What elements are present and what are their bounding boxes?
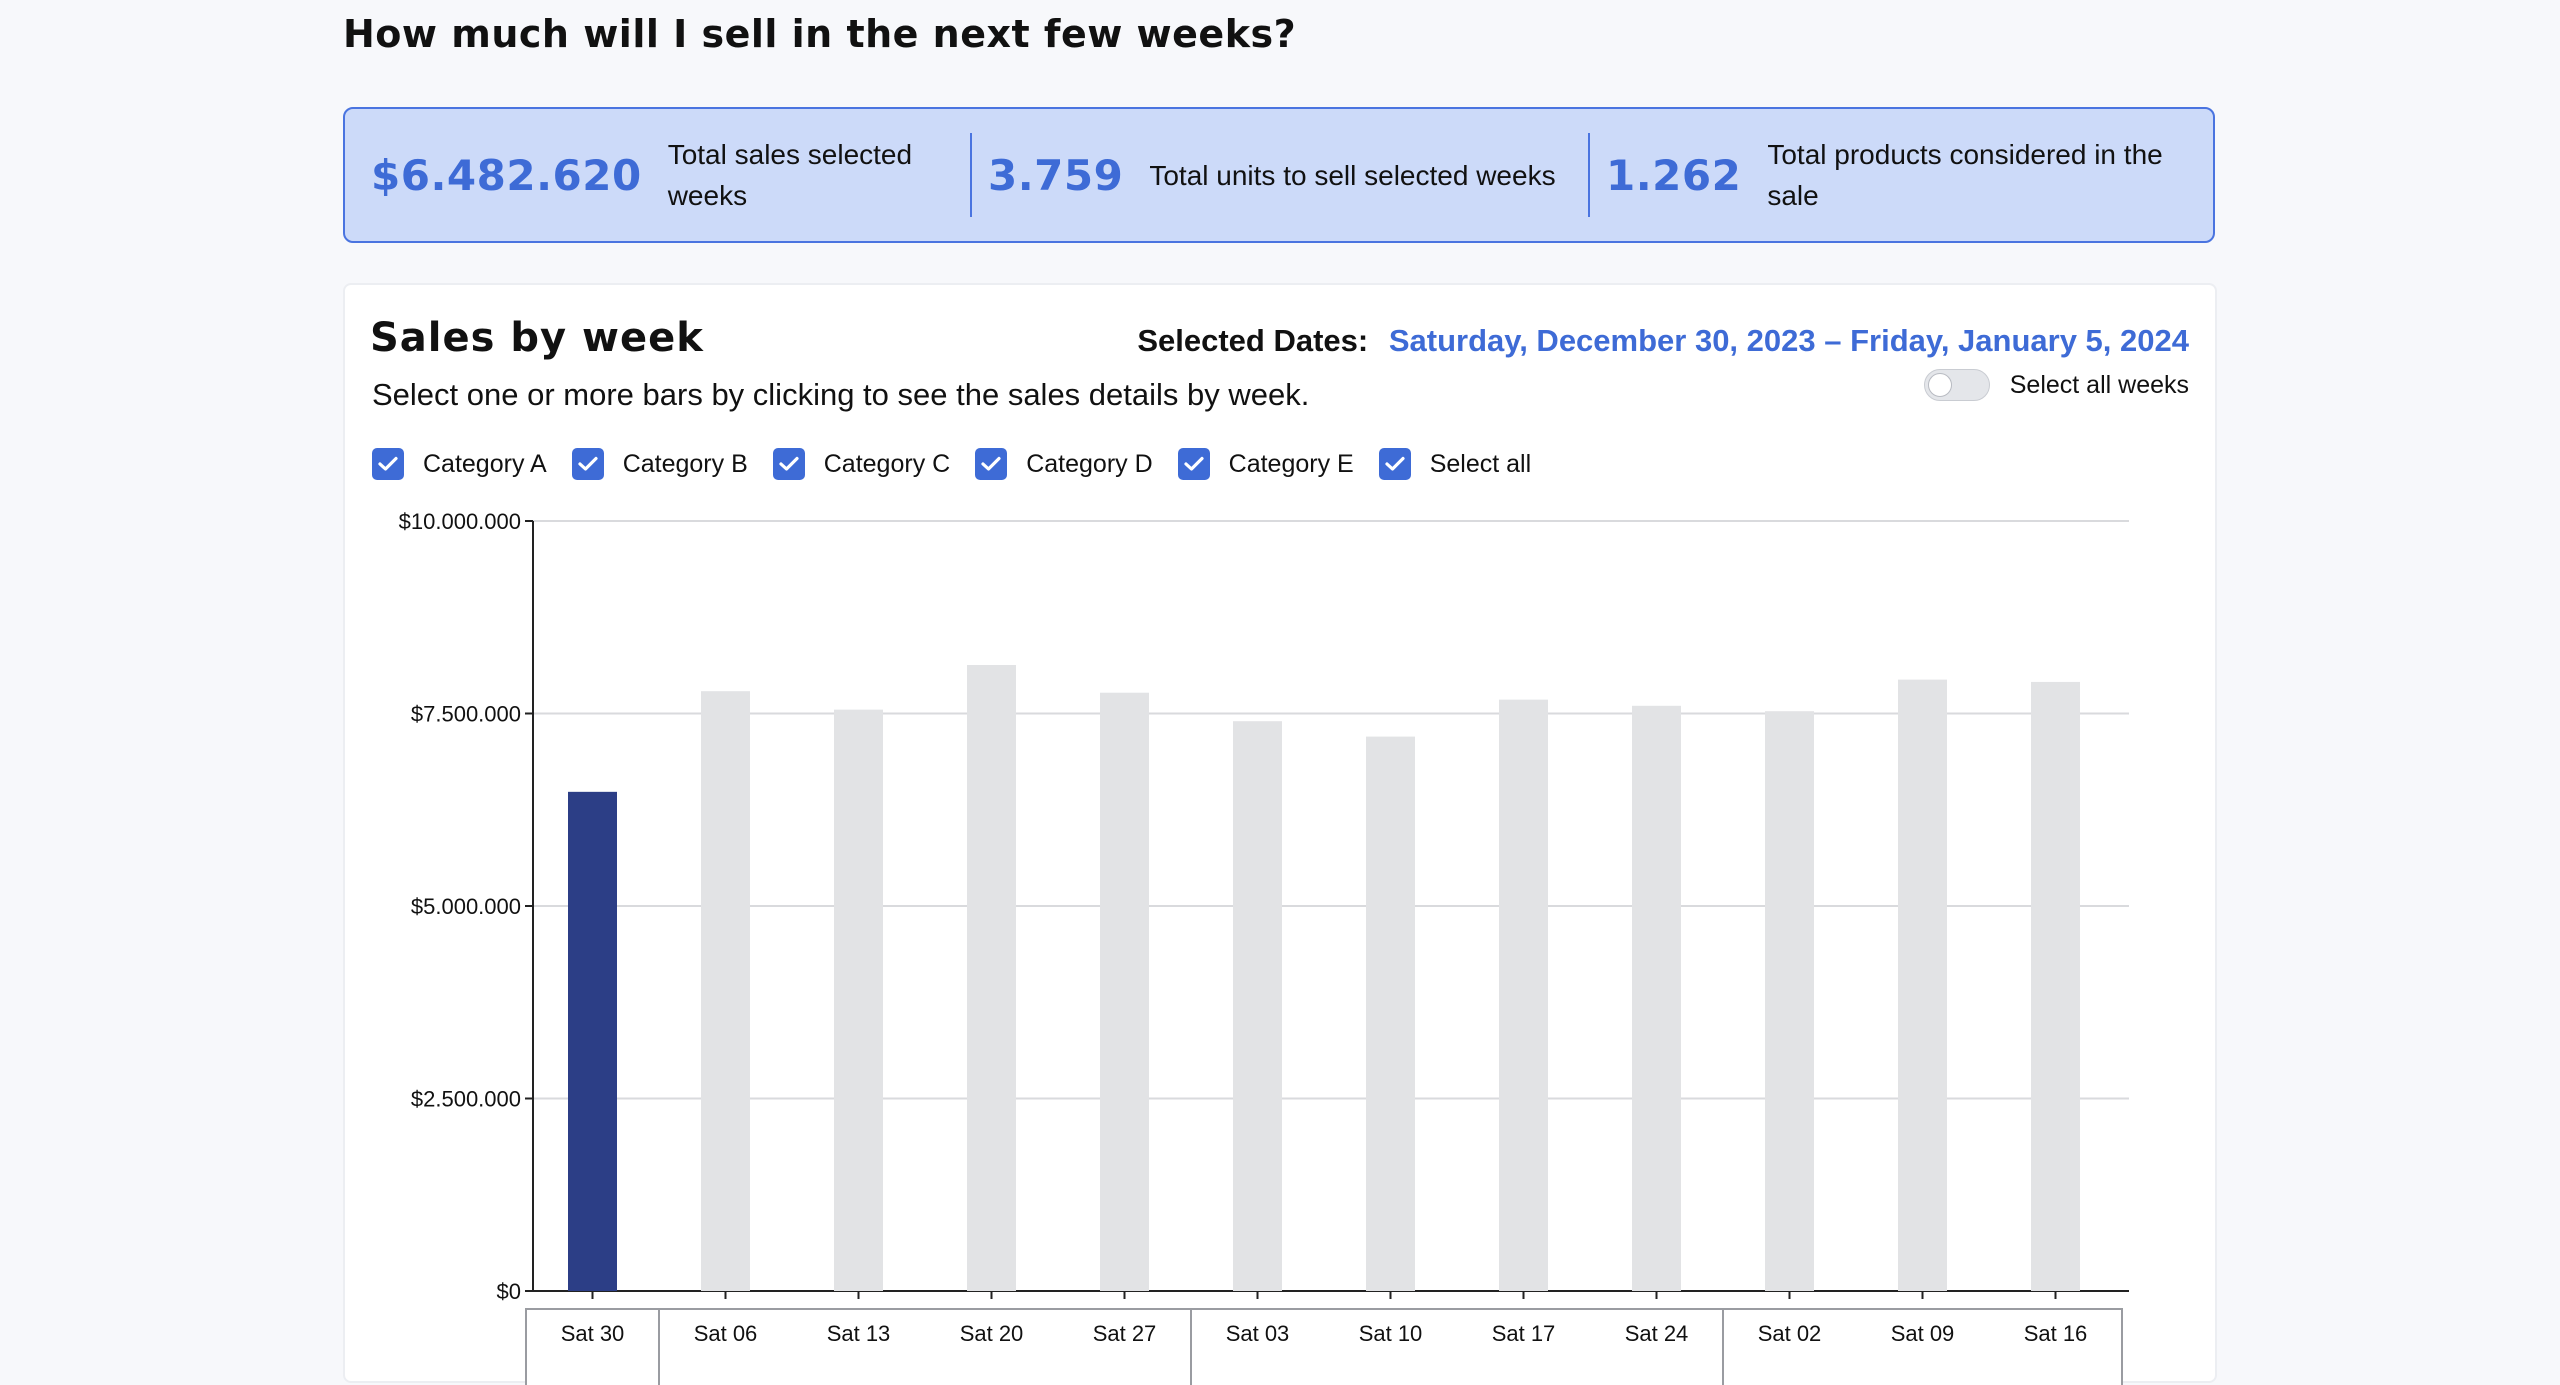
week-bar[interactable] xyxy=(2031,681,2080,1291)
x-tick-label: Sat 27 xyxy=(1093,1321,1157,1346)
x-tick-label: Sat 30 xyxy=(561,1321,625,1346)
y-tick-label: $2.500.000 xyxy=(411,1087,521,1112)
week-bar[interactable] xyxy=(967,664,1016,1291)
kpi-total-units-label: Total units to sell selected weeks xyxy=(1149,159,1556,191)
x-tick-label: Sat 17 xyxy=(1492,1321,1556,1346)
kpi-summary-bar: $6.482.620 Total sales selected weeks 3.… xyxy=(343,107,2215,243)
y-tick-label: $0 xyxy=(497,1279,521,1304)
week-bar[interactable] xyxy=(1366,736,1415,1291)
week-bar[interactable] xyxy=(568,791,617,1291)
x-tick-label: Sat 02 xyxy=(1758,1321,1822,1346)
y-tick-label: $5.000.000 xyxy=(411,894,521,919)
week-bar[interactable] xyxy=(1100,692,1149,1291)
x-tick-label: Sat 03 xyxy=(1226,1321,1290,1346)
week-bar[interactable] xyxy=(1765,711,1814,1291)
kpi-total-units-value: 3.759 xyxy=(988,150,1124,200)
y-tick-label: $10.000.000 xyxy=(399,509,521,534)
x-tick-label: Sat 16 xyxy=(2024,1321,2088,1346)
kpi-total-products-label: Total products considered in the sale xyxy=(1767,139,2163,211)
kpi-total-sales: $6.482.620 Total sales selected weeks xyxy=(345,109,970,241)
x-tick-label: Sat 09 xyxy=(1891,1321,1955,1346)
week-bar[interactable] xyxy=(1898,679,1947,1291)
x-tick-label: Sat 24 xyxy=(1625,1321,1689,1346)
week-bar[interactable] xyxy=(1233,721,1282,1291)
kpi-total-products-value: 1.262 xyxy=(1606,150,1742,200)
sales-by-week-chart: $0 $2.500.000 $5.000.000 $7.500.000 $10.000.… xyxy=(399,509,2129,1385)
week-bar[interactable] xyxy=(1632,705,1681,1291)
x-tick-label: Sat 06 xyxy=(694,1321,758,1346)
kpi-total-units: 3.759 Total units to sell selected weeks xyxy=(972,109,1588,241)
kpi-total-sales-value: $6.482.620 xyxy=(371,150,642,200)
x-tick-label: Sat 20 xyxy=(960,1321,1024,1346)
x-tick-label: Sat 13 xyxy=(827,1321,891,1346)
page-title: How much will I sell in the next few wee… xyxy=(343,12,1297,56)
kpi-total-products: 1.262 Total products considered in the s… xyxy=(1590,109,2187,241)
x-tick-label: Sat 10 xyxy=(1359,1321,1423,1346)
week-bar[interactable] xyxy=(834,709,883,1291)
y-tick-label: $7.500.000 xyxy=(411,702,521,727)
sales-by-week-card: Sales by week Select one or more bars by… xyxy=(343,283,2217,1385)
week-bar[interactable] xyxy=(1499,699,1548,1291)
week-bar[interactable] xyxy=(701,691,750,1291)
kpi-total-sales-label: Total sales selected weeks xyxy=(667,139,913,211)
